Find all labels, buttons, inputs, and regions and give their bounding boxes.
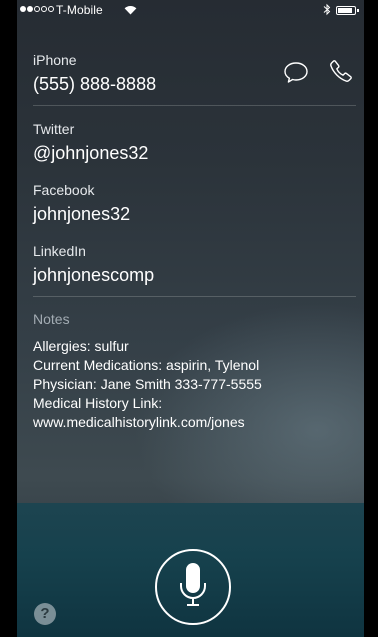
twitter-label: Twitter bbox=[33, 121, 75, 137]
notes-label: Notes bbox=[33, 311, 70, 327]
signal-dot bbox=[27, 6, 33, 12]
signal-strength-icon bbox=[20, 6, 54, 12]
signal-dot bbox=[20, 6, 26, 12]
divider bbox=[33, 296, 356, 297]
divider bbox=[33, 105, 356, 106]
carrier-name: T-Mobile bbox=[56, 3, 103, 17]
signal-dot bbox=[34, 6, 40, 12]
twitter-handle[interactable]: @johnjones32 bbox=[33, 143, 148, 164]
linkedin-handle[interactable]: johnjonescomp bbox=[33, 265, 154, 286]
siri-contact-card: T-Mobile iPhone (555) 888-8888 Twitter @ bbox=[17, 0, 364, 637]
bluetooth-icon bbox=[323, 3, 331, 19]
wifi-icon bbox=[124, 4, 137, 18]
notes-line: Physician: Jane Smith 333-777-5555 bbox=[33, 376, 262, 392]
phone-number[interactable]: (555) 888-8888 bbox=[33, 74, 156, 95]
siri-microphone-button[interactable] bbox=[155, 549, 231, 625]
phone-label: iPhone bbox=[33, 52, 77, 68]
facebook-label: Facebook bbox=[33, 182, 95, 198]
help-button[interactable]: ? bbox=[34, 603, 56, 625]
notes-line: Current Medications: aspirin, Tylenol bbox=[33, 357, 260, 373]
notes-text: Allergies: sulfur Current Medications: a… bbox=[33, 337, 262, 432]
notes-line: Allergies: sulfur bbox=[33, 338, 129, 354]
linkedin-label: LinkedIn bbox=[33, 243, 86, 259]
facebook-handle[interactable]: johnjones32 bbox=[33, 204, 130, 225]
status-bar: T-Mobile bbox=[17, 0, 364, 20]
phone-icon[interactable] bbox=[329, 59, 353, 88]
notes-line: www.medicalhistorylink.com/jones bbox=[33, 414, 245, 430]
battery-level bbox=[338, 8, 352, 13]
signal-dot bbox=[48, 6, 54, 12]
microphone-icon bbox=[180, 563, 206, 606]
message-icon[interactable] bbox=[283, 61, 309, 89]
battery-nub bbox=[357, 9, 359, 12]
battery-icon bbox=[336, 6, 359, 15]
notes-line: Medical History Link: bbox=[33, 395, 163, 411]
signal-dot bbox=[41, 6, 47, 12]
